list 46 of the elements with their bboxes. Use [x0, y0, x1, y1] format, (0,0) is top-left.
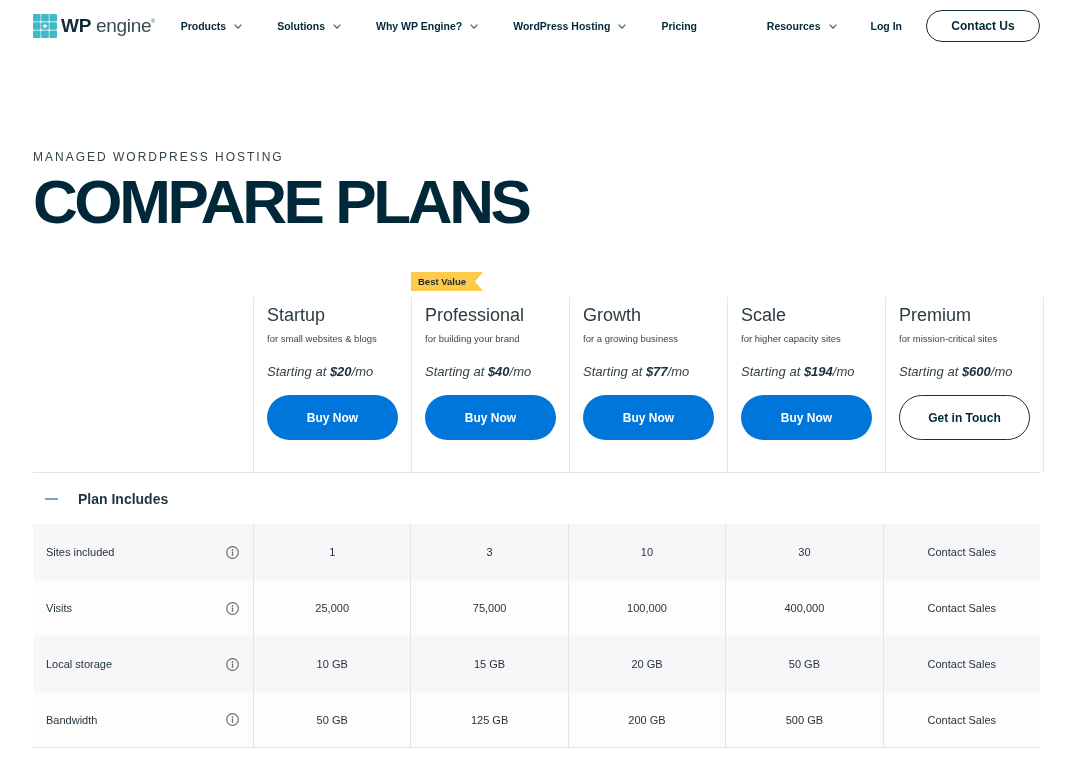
buy-button[interactable]: Buy Now	[267, 395, 398, 440]
page-title: COMPARE PLANS	[33, 169, 530, 235]
plan-description: for building your brand	[425, 332, 521, 346]
plan-price: Starting at $194/mo	[741, 363, 856, 381]
table-cell: 200 GB	[567, 692, 726, 747]
plan-name: Professional	[425, 304, 526, 327]
plan-price: Starting at $20/mo	[267, 363, 375, 381]
plan-price: Starting at $600/mo	[899, 363, 1014, 381]
buy-button[interactable]: Buy Now	[741, 395, 872, 440]
tile-grid-logo-icon	[33, 14, 57, 38]
plan-description: for a growing business	[583, 332, 680, 346]
plan-price: Starting at $77/mo	[583, 363, 691, 381]
nav-link[interactable]: Products	[180, 20, 243, 32]
nav-link[interactable]: WordPress Hosting	[513, 20, 627, 32]
plan-name: Premium	[899, 304, 972, 327]
plan-name: Scale	[741, 304, 788, 327]
info-icon[interactable]	[226, 713, 239, 726]
feature-label: Visits	[46, 602, 73, 614]
info-icon[interactable]	[226, 657, 239, 671]
buy-button[interactable]: Buy Now	[583, 395, 714, 440]
info-icon[interactable]	[226, 545, 239, 559]
nav-link[interactable]: Solutions	[277, 20, 341, 32]
ribbon-badge: Best Value	[411, 272, 484, 291]
nav-link[interactable]: Pricing	[661, 20, 697, 32]
plan-description: for small websites & blogs	[267, 332, 378, 346]
feature-label: Local storage	[46, 658, 113, 670]
plan-description: for higher capacity sites	[741, 332, 842, 346]
table-cell: 125 GB	[410, 692, 568, 747]
logo-wordmark[interactable]: WP engine$^{®}$	[61, 15, 155, 37]
plan-name: Growth	[583, 304, 643, 327]
plan-name: Startup	[267, 304, 327, 327]
info-icon[interactable]	[226, 601, 239, 615]
eyebrow-text: MANAGED WORDPRESS HOSTING	[33, 149, 285, 165]
plan-description: for mission-critical sites	[899, 332, 999, 346]
buy-button[interactable]: Buy Now	[425, 395, 556, 440]
table-cell: 50 GB	[253, 692, 411, 747]
nav-link[interactable]: Log In	[870, 20, 902, 32]
feature-label: Sites included	[46, 546, 115, 558]
nav-link[interactable]: Resources	[766, 20, 837, 32]
feature-label: Bandwidth	[46, 713, 98, 726]
contact-button[interactable]: Get in Touch	[899, 395, 1030, 440]
table-cell: Contact Sales	[882, 692, 1040, 747]
nav-link[interactable]: Why WP Engine?	[376, 20, 479, 32]
table-cell: 500 GB	[725, 692, 883, 747]
contact-button[interactable]: Contact Us	[926, 10, 1040, 42]
plan-price: Starting at $40/mo	[425, 363, 533, 381]
